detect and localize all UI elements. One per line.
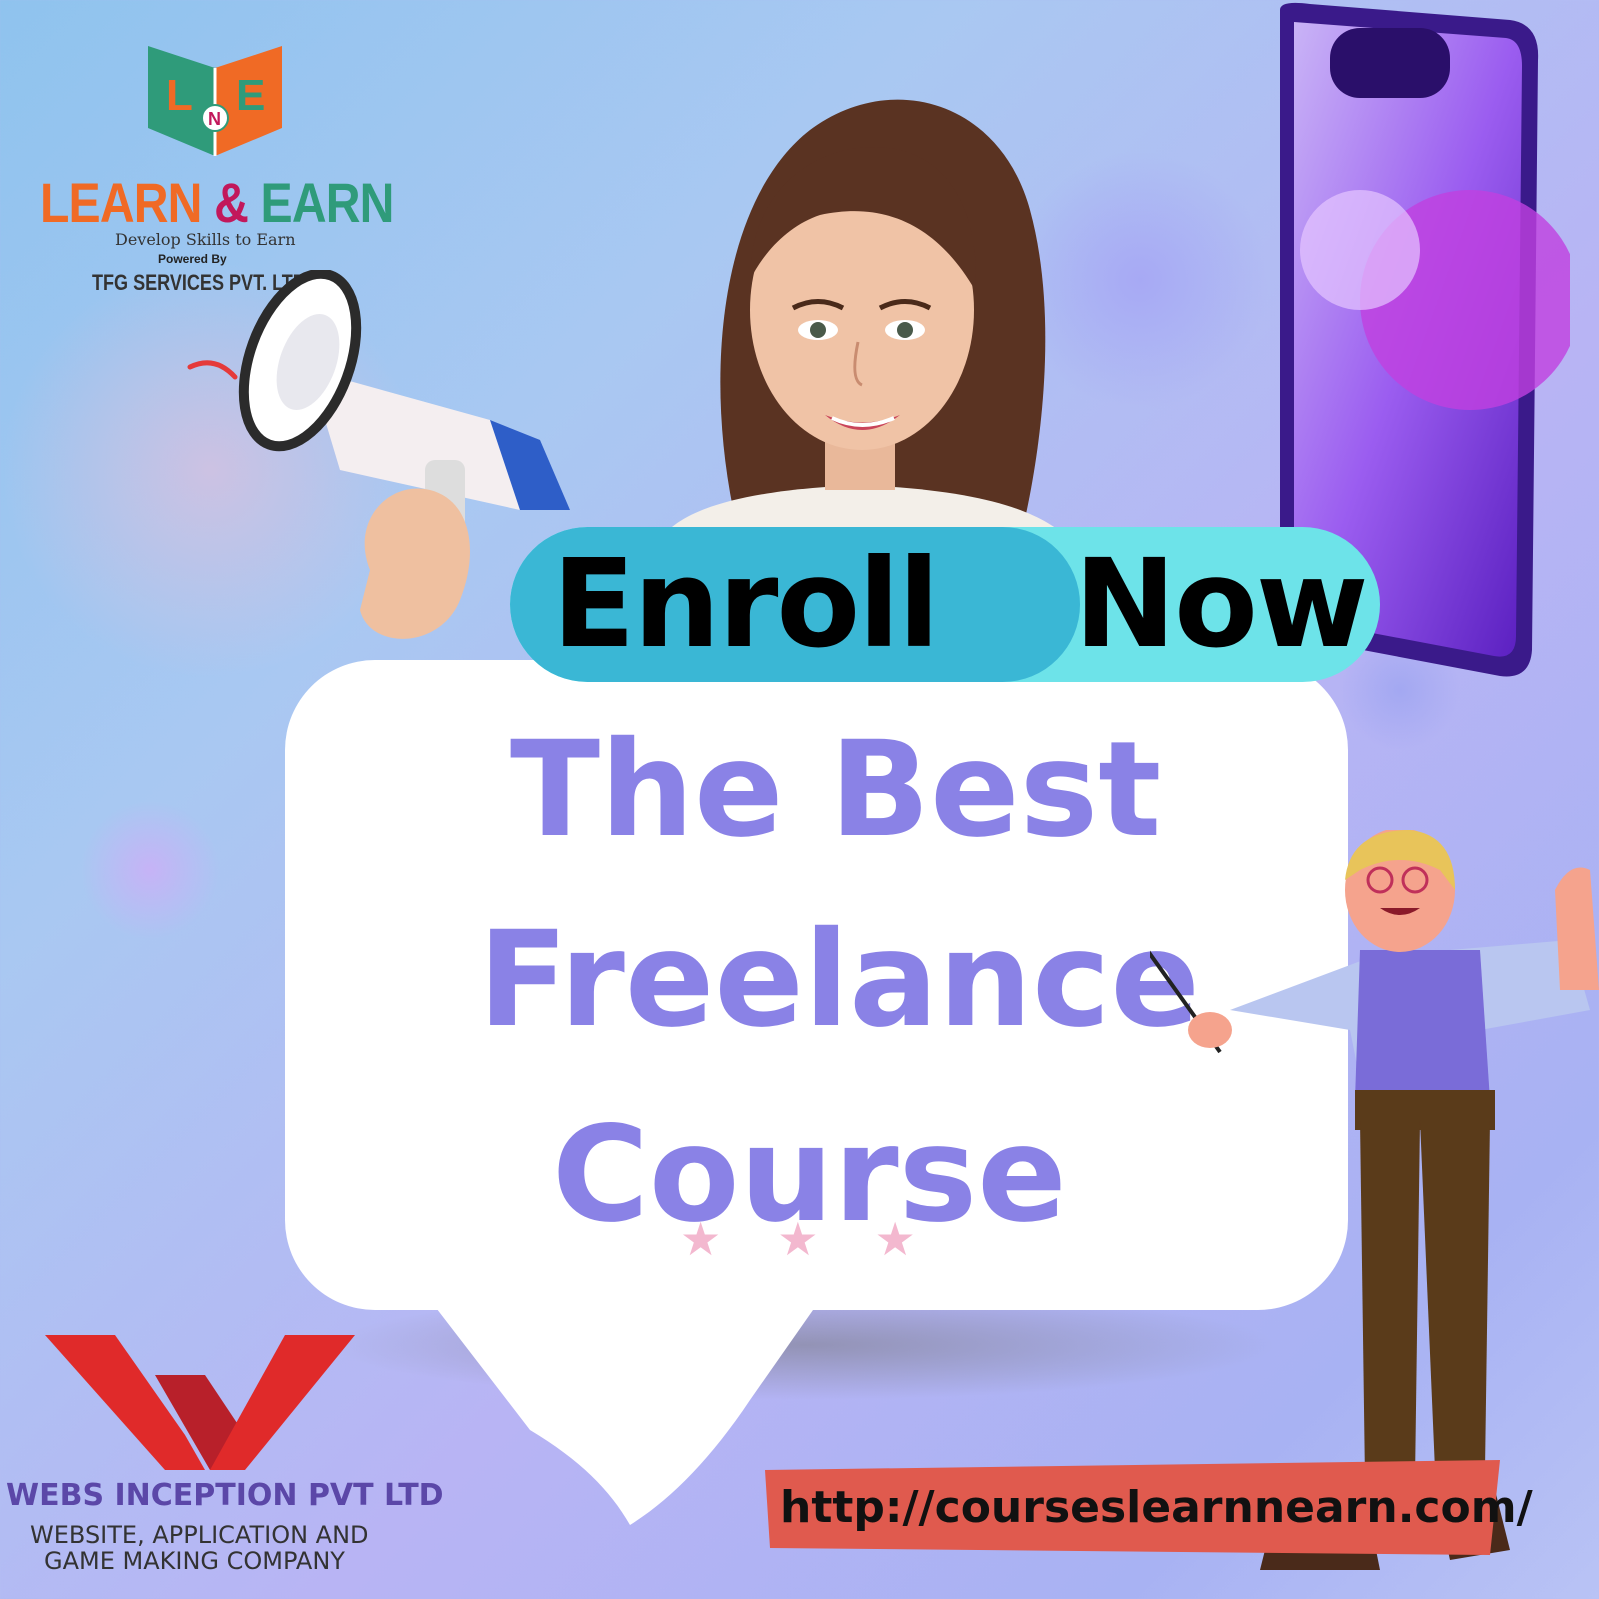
book-letter-e: E: [236, 71, 265, 120]
now-label: Now: [1074, 533, 1369, 675]
webs-subtitle-line-1: WEBSITE, APPLICATION AND: [30, 1521, 369, 1549]
webs-inception-logo: WEBS INCEPTION PVT LTD WEBSITE, APPLICAT…: [0, 1320, 444, 1599]
logo-title-earn: EARN: [248, 171, 395, 234]
book-logo-icon: L E N: [148, 46, 282, 156]
learn-earn-logo: L E N LEARN & EARN Develop Skills to Ear…: [30, 30, 394, 310]
w-mark-logo-icon: [45, 1335, 355, 1470]
logo-powered-by: Powered By: [158, 252, 227, 266]
logo-tagline: Develop Skills to Earn: [115, 230, 296, 249]
decorative-stars: ★★★: [680, 1212, 972, 1266]
logo-title-learn: LEARN: [40, 171, 215, 234]
book-letter-n: N: [208, 109, 221, 129]
logo-title: LEARN & EARN: [40, 170, 394, 235]
book-letter-l: L: [166, 71, 193, 120]
headline-line-2: Freelance: [478, 903, 1200, 1057]
woman-image: [660, 99, 1070, 540]
logo-title-amp: &: [214, 171, 249, 234]
enroll-now-button[interactable]: Enroll Now: [510, 527, 1380, 682]
website-url-link[interactable]: http://courseslearnnearn.com/: [780, 1482, 1533, 1533]
bubble-tail: [430, 1300, 820, 1525]
webs-subtitle-line-2: GAME MAKING COMPANY: [44, 1547, 345, 1575]
webs-company-name: WEBS INCEPTION PVT LTD: [6, 1478, 444, 1513]
background-bubble: [80, 800, 220, 940]
enroll-label: Enroll: [552, 533, 940, 675]
headline-line-1: The Best: [510, 713, 1162, 867]
